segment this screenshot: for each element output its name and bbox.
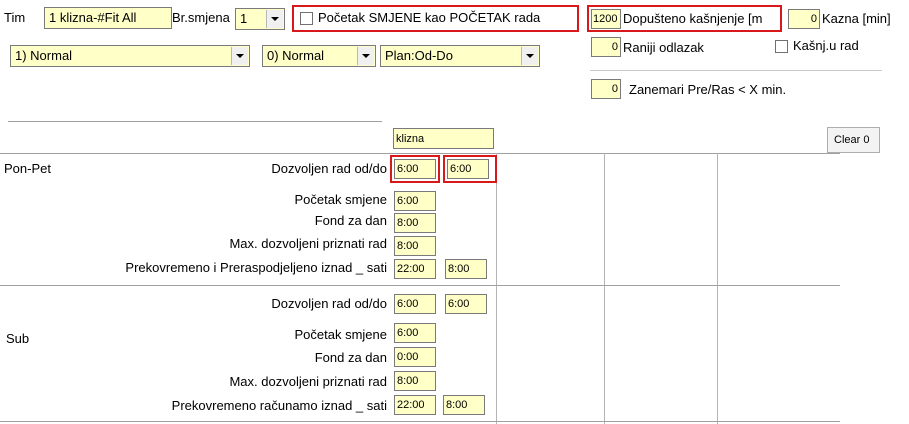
prekovremeno-field[interactable]: 22:00 [394, 259, 436, 279]
row-label: Max. dozvoljeni priznati rad [229, 374, 387, 389]
row-label: Fond za dan [314, 350, 387, 365]
row-label: Dozvoljen rad od/do [271, 161, 387, 176]
grid-header-line [0, 153, 840, 154]
chevron-down-icon[interactable] [357, 47, 374, 65]
br-smjena-select[interactable]: 1 [235, 8, 285, 30]
clear-button[interactable]: Clear 0 [827, 127, 880, 153]
mode2-value: 0) Normal [267, 48, 325, 63]
tim-field[interactable]: 1 klizna-#Fit All [44, 7, 172, 29]
prekovremeno-field-2[interactable]: 8:00 [443, 395, 485, 415]
group-name: Sub [6, 331, 30, 346]
row-label: Max. dozvoljeni priznati rad [229, 236, 387, 251]
pocetak-smjene-field[interactable]: 6:00 [394, 191, 436, 211]
zanemari-label: Zanemari Pre/Ras < X min. [629, 82, 787, 97]
raniji-field[interactable]: 0 [591, 37, 621, 57]
mode2-select[interactable]: 0) Normal [262, 45, 376, 67]
col-sep [604, 153, 605, 424]
prekovremeno-field[interactable]: 22:00 [394, 395, 436, 415]
pocetak-checkbox[interactable] [300, 12, 313, 25]
zanemari-field[interactable]: 0 [591, 79, 621, 99]
grid-top-line [8, 121, 382, 122]
row-label: Početak smjene [294, 327, 388, 342]
row-label: Dozvoljen rad od/do [271, 296, 387, 311]
pocetak-checkbox-label: Početak SMJENE kao POČETAK rada [318, 10, 541, 25]
od-field[interactable]: 6:00 [394, 294, 436, 314]
header-divider [590, 70, 882, 71]
column-header: klizna [393, 128, 494, 149]
chevron-down-icon[interactable] [231, 47, 248, 65]
plan-select[interactable]: Plan:Od-Do [380, 45, 540, 67]
dopusteno-field[interactable]: 1200 [591, 9, 621, 29]
chevron-down-icon[interactable] [521, 47, 538, 65]
kasnj-label: Kašnj.u rad [793, 38, 859, 53]
prekovremeno-field-2[interactable]: 8:00 [445, 259, 487, 279]
do-field[interactable]: 6:00 [447, 159, 489, 179]
raniji-label: Raniji odlazak [623, 40, 704, 55]
mode1-value: 1) Normal [15, 48, 73, 63]
group-divider [0, 285, 840, 286]
group-name: Pon-Pet [4, 161, 51, 176]
do-field[interactable]: 6:00 [445, 294, 487, 314]
fond-field[interactable]: 8:00 [394, 213, 436, 233]
chevron-down-icon[interactable] [266, 10, 283, 28]
mode1-select[interactable]: 1) Normal [10, 45, 250, 67]
kazna-field[interactable]: 0 [788, 9, 820, 29]
col-sep [717, 153, 718, 424]
pocetak-smjene-field[interactable]: 6:00 [394, 323, 436, 343]
max-field[interactable]: 8:00 [394, 236, 436, 256]
kasnj-checkbox[interactable] [775, 40, 788, 53]
dopusteno-label: Dopušteno kašnjenje [m [623, 11, 763, 26]
kazna-label: Kazna [min] [822, 11, 891, 26]
od-field[interactable]: 6:00 [394, 159, 436, 179]
br-smjena-value: 1 [240, 11, 248, 26]
row-label: Prekovremeno računamo iznad _ sati [171, 398, 387, 413]
col-sep [496, 153, 497, 424]
tim-label: Tim [4, 10, 26, 25]
plan-value: Plan:Od-Do [385, 48, 453, 63]
row-label: Početak smjene [294, 192, 388, 207]
fond-field[interactable]: 0:00 [394, 347, 436, 367]
grid-bottom-line [0, 421, 840, 422]
max-field[interactable]: 8:00 [394, 371, 436, 391]
br-smjena-label: Br.smjena [172, 10, 230, 25]
row-label: Fond za dan [314, 213, 387, 228]
row-label: Prekovremeno i Preraspodjeljeno iznad _ … [125, 260, 387, 275]
